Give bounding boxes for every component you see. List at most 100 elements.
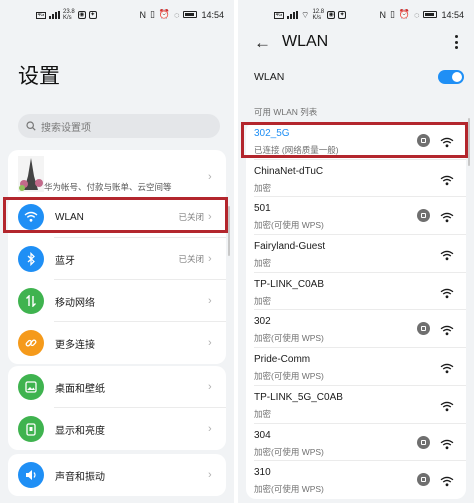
carrier-badge: 4G xyxy=(36,11,46,19)
signal-icon xyxy=(287,11,298,19)
display-card: 桌面和壁纸 › 显示和亮度 › xyxy=(8,366,226,450)
status-bar: 4G ⌔ 12.8 K/s ◉ ✦ N ▯ ⏰ ◌ 14:54 xyxy=(238,0,474,26)
settings-row-wallpaper[interactable]: 桌面和壁纸 › xyxy=(8,366,226,408)
clock: 14:54 xyxy=(201,9,224,20)
network-name: TP-LINK_5G_C0AB xyxy=(254,391,343,403)
nfc-icon: N xyxy=(379,9,386,20)
scrollbar[interactable] xyxy=(468,118,470,166)
lock-icon xyxy=(417,473,430,487)
network-name: 302 xyxy=(254,316,271,328)
network-speed: 12.8 K/s xyxy=(312,9,325,21)
network-name: 310 xyxy=(254,467,271,479)
network-item[interactable]: 302 加密(可使用 WPS) xyxy=(246,310,466,349)
display-icon xyxy=(18,416,44,442)
chevron-right-icon: › xyxy=(208,423,212,435)
page-title: 设置 xyxy=(18,65,60,88)
settings-screen: 4G 23.8 K/s ◉ ✦ N ▯ ⏰ ◌ 14:54 设置 搜索设置项 华… xyxy=(0,0,234,503)
highlight-box xyxy=(3,197,228,233)
network-item[interactable]: TP-LINK_5G_C0AB 加密 xyxy=(246,386,466,424)
wallpaper-icon xyxy=(18,374,44,400)
network-status: 加密(可使用 WPS) xyxy=(254,371,324,382)
wifi-signal-icon xyxy=(440,173,454,191)
wifi-signal-icon xyxy=(440,286,454,304)
alarm-icon: ⏰ xyxy=(398,9,411,19)
search-input[interactable]: 搜索设置项 xyxy=(18,114,220,138)
network-name: Fairyland-Guest xyxy=(254,241,326,253)
battery-icon xyxy=(183,11,198,18)
wifi-status-icon: ⌔ xyxy=(301,9,310,20)
network-status: 加密 xyxy=(254,295,272,306)
vibrate-icon: ▯ xyxy=(149,9,155,19)
chevron-right-icon: › xyxy=(208,381,212,393)
chevron-right-icon: › xyxy=(208,295,212,307)
wlan-toggle-row[interactable]: WLAN xyxy=(246,64,466,90)
lock-icon xyxy=(417,322,430,336)
network-item[interactable]: Fairyland-Guest 加密 xyxy=(246,235,466,273)
search-icon xyxy=(26,121,36,131)
notification-icon: ◉ xyxy=(327,11,336,19)
network-item[interactable]: 310 加密(可使用 WPS) xyxy=(246,461,466,499)
wifi-signal-icon xyxy=(440,323,454,341)
wifi-signal-icon xyxy=(440,361,454,379)
network-name: 304 xyxy=(254,429,271,441)
network-status: 加密(可使用 WPS) xyxy=(254,333,324,344)
wlan-switch[interactable] xyxy=(438,70,464,84)
settings-row-more-connections[interactable]: 更多连接 › xyxy=(8,322,226,364)
chevron-right-icon: › xyxy=(208,253,212,265)
network-speed: 23.8 K/s xyxy=(63,9,75,21)
scrollbar[interactable] xyxy=(228,206,230,256)
lock-icon xyxy=(417,209,430,223)
chevron-right-icon: › xyxy=(208,171,212,183)
sound-icon xyxy=(18,462,44,488)
network-status: 加密 xyxy=(254,258,272,269)
back-arrow-icon[interactable]: ← xyxy=(254,33,271,53)
chevron-right-icon: › xyxy=(208,337,212,349)
wlan-screen: 4G ⌔ 12.8 K/s ◉ ✦ N ▯ ⏰ ◌ 14:54 ← WLAN WL… xyxy=(238,0,474,503)
network-item[interactable]: 304 加密(可使用 WPS) xyxy=(246,424,466,462)
more-options-icon[interactable] xyxy=(454,35,458,49)
settings-row-sound[interactable]: 声音和振动 › xyxy=(8,454,226,496)
signal-icon xyxy=(49,11,60,19)
network-name: ChinaNet-dTuC xyxy=(254,165,324,177)
settings-row-value: 已关闭 xyxy=(178,254,204,264)
network-item[interactable]: Pride-Comm 加密(可使用 WPS) xyxy=(246,348,466,386)
settings-row-label: 显示和亮度 xyxy=(55,425,105,437)
notification-icon: ◉ xyxy=(77,11,86,19)
alarm-icon: ⏰ xyxy=(158,9,171,19)
network-name: Pride-Comm xyxy=(254,354,311,366)
network-list: 302_5G 已连接 (网络质量一般) ChinaNet-dTuC 加密 501… xyxy=(246,122,466,499)
network-status: 加密 xyxy=(254,182,272,193)
settings-row-bluetooth[interactable]: 蓝牙 已关闭 › xyxy=(8,238,226,280)
battery-icon xyxy=(423,11,438,18)
vibrate-icon: ▯ xyxy=(389,9,395,19)
wifi-off-icon: ◌ xyxy=(174,9,180,20)
page-title: WLAN xyxy=(282,33,329,50)
settings-row-label: 声音和振动 xyxy=(55,471,105,483)
network-item[interactable]: ChinaNet-dTuC 加密 xyxy=(246,160,466,198)
highlight-box xyxy=(241,122,468,158)
link-icon xyxy=(18,330,44,356)
account-subtitle: 华为帐号、付款与账单、云空间等 xyxy=(44,182,172,192)
network-name: 501 xyxy=(254,203,271,215)
wifi-signal-icon xyxy=(440,248,454,266)
wifi-signal-icon xyxy=(440,399,454,417)
settings-row-mobile-network[interactable]: 移动网络 › xyxy=(8,280,226,322)
avatar xyxy=(18,156,44,192)
app-notification-icon: ✦ xyxy=(338,11,347,19)
section-header: 可用 WLAN 列表 xyxy=(254,107,318,117)
status-bar: 4G 23.8 K/s ◉ ✦ N ▯ ⏰ ◌ 14:54 xyxy=(0,0,234,26)
clock: 14:54 xyxy=(441,9,464,20)
network-item[interactable]: TP-LINK_C0AB 加密 xyxy=(246,273,466,311)
network-status: 加密(可使用 WPS) xyxy=(254,220,324,231)
sound-card: 声音和振动 › xyxy=(8,454,226,496)
bluetooth-icon xyxy=(18,246,44,272)
app-notification-icon: ✦ xyxy=(88,11,97,19)
network-status: 加密(可使用 WPS) xyxy=(254,484,324,495)
network-item[interactable]: 501 加密(可使用 WPS) xyxy=(246,197,466,236)
wifi-off-icon: ◌ xyxy=(414,9,420,20)
settings-row-display[interactable]: 显示和亮度 › xyxy=(8,408,226,450)
wifi-signal-icon xyxy=(440,474,454,492)
network-status: 加密(可使用 WPS) xyxy=(254,446,324,457)
settings-row-label: 更多连接 xyxy=(55,339,95,351)
wifi-signal-icon xyxy=(440,437,454,455)
